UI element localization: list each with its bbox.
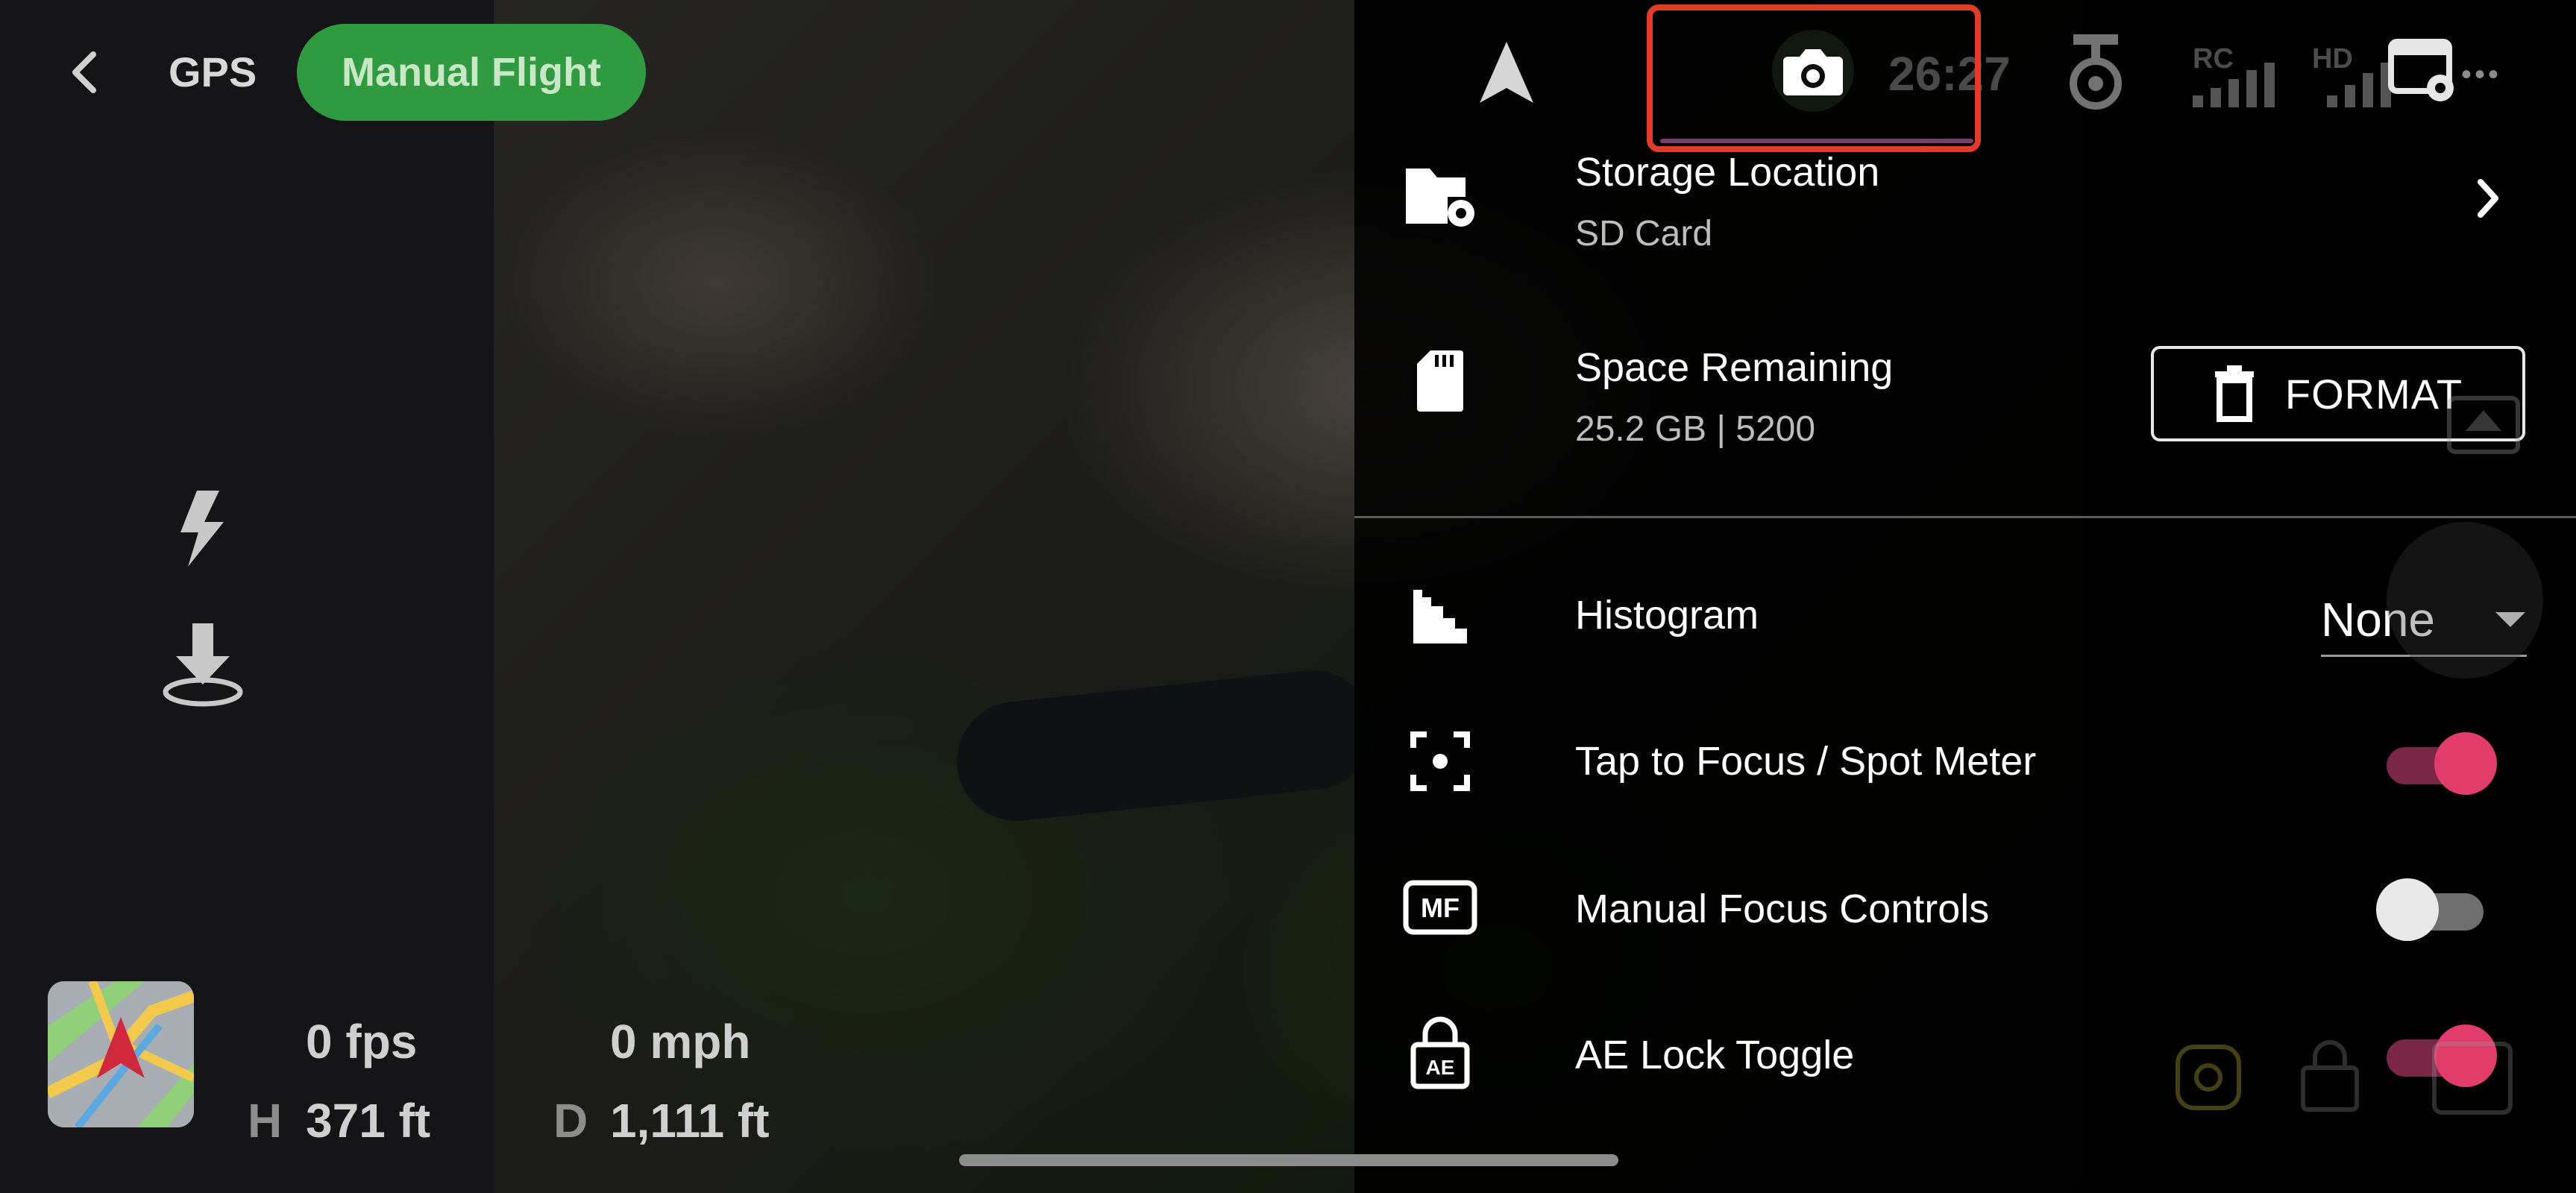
trash-icon bbox=[2214, 365, 2254, 422]
manual-focus-toggle[interactable] bbox=[2376, 878, 2489, 941]
speed-readout: 0 mph bbox=[610, 1015, 751, 1068]
tab-navigation[interactable] bbox=[1477, 39, 1536, 106]
distance-readout: 1,111 ft bbox=[610, 1094, 770, 1148]
manual-focus-title: Manual Focus Controls bbox=[1575, 887, 1990, 931]
land-icon[interactable] bbox=[161, 620, 245, 708]
height-key-label: H bbox=[248, 1094, 283, 1148]
histogram-icon bbox=[1399, 576, 1481, 658]
focus-target-icon bbox=[1399, 720, 1481, 802]
more-menu-button[interactable]: ••• bbox=[2461, 58, 2501, 92]
rc-signal-icon bbox=[2193, 63, 2282, 111]
storage-location-value: SD Card bbox=[1575, 214, 1713, 254]
manual-focus-icon: MF bbox=[1399, 866, 1481, 948]
ae-lock-shortcut-icon bbox=[2300, 1038, 2360, 1116]
gallery-icon bbox=[2431, 1041, 2513, 1119]
camera-tab-highlight-box bbox=[1647, 4, 1981, 152]
manual-focus-icon-text: MF bbox=[1421, 893, 1460, 923]
chevron-right-icon[interactable] bbox=[2473, 176, 2503, 224]
storage-location-title: Storage Location bbox=[1575, 150, 1880, 195]
ae-lock-icon: AE bbox=[1399, 1011, 1481, 1093]
tap-to-focus-toggle[interactable] bbox=[2387, 732, 2497, 795]
ae-lock-icon-text: AE bbox=[1426, 1056, 1455, 1079]
gimbal-icon[interactable] bbox=[2058, 30, 2133, 116]
sd-card-icon bbox=[1399, 340, 1481, 422]
histogram-title: Histogram bbox=[1575, 593, 1759, 638]
navigation-arrow-icon bbox=[1480, 42, 1533, 103]
space-remaining-value: 25.2 GB | 5200 bbox=[1575, 409, 1816, 449]
ae-lock-title: AE Lock Toggle bbox=[1575, 1033, 1855, 1077]
panel-divider bbox=[1354, 516, 2576, 518]
settings-card-icon[interactable] bbox=[2387, 36, 2461, 114]
storage-location-row[interactable] bbox=[1354, 134, 2576, 261]
tap-to-focus-title: Tap to Focus / Spot Meter bbox=[1575, 739, 2037, 784]
minimap-thumbnail[interactable] bbox=[48, 981, 194, 1127]
shutter-button-bg bbox=[2387, 522, 2543, 679]
home-indicator[interactable] bbox=[959, 1154, 1618, 1166]
ai-track-icon bbox=[2175, 1044, 2242, 1115]
space-remaining-title: Space Remaining bbox=[1575, 345, 1894, 390]
app-screen: GPS Manual Flight 0 fps H 371 ft 0 mph D… bbox=[0, 0, 2576, 1193]
chevron-left-icon bbox=[72, 51, 96, 93]
flight-mode-badge[interactable]: Manual Flight bbox=[297, 24, 646, 121]
back-button[interactable] bbox=[58, 46, 110, 98]
lightning-icon[interactable] bbox=[172, 488, 231, 570]
folder-settings-icon bbox=[1399, 154, 1481, 236]
height-readout: 371 ft bbox=[306, 1094, 431, 1148]
eject-icon bbox=[2446, 395, 2543, 462]
fps-readout: 0 fps bbox=[306, 1015, 418, 1068]
gps-status-label: GPS bbox=[169, 48, 257, 95]
distance-key-label: D bbox=[553, 1094, 588, 1148]
format-button-label: FORMAT bbox=[2284, 370, 2463, 418]
